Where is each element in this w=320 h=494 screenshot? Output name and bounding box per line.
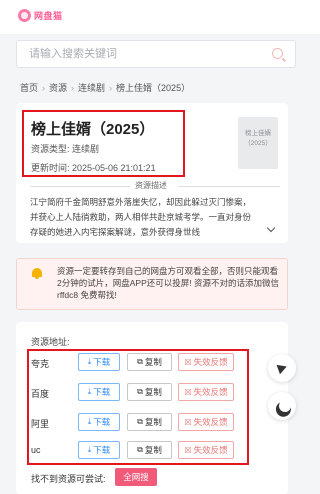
download-icon: ⤓ [87, 387, 92, 396]
report-label: 失效反馈 [193, 445, 228, 455]
download-icon: ⤓ [87, 357, 92, 366]
resource-name: 百度 [31, 389, 50, 399]
resource-heading: 资源地址: [31, 337, 70, 347]
breadcrumb-home[interactable]: 首页 [20, 81, 38, 94]
resource-type: 资源类型: 连续剧 [31, 144, 100, 154]
resource-row: 阿里 ⤓ 下载 ⧉ 复制 ☒ 失效反馈 [31, 413, 241, 433]
download-label: 下载 [93, 357, 111, 367]
logo[interactable]: 网盘猫 [18, 9, 63, 22]
resource-row: 夸克 ⤓ 下载 ⧉ 复制 ☒ 失效反馈 [31, 353, 241, 373]
breadcrumb-resources[interactable]: 资源 [49, 81, 67, 94]
divider [30, 186, 130, 187]
report-icon: ☒ [184, 357, 192, 367]
report-icon: ☒ [184, 445, 192, 455]
download-button[interactable]: ⤓ 下载 [78, 383, 120, 401]
download-label: 下载 [93, 445, 111, 455]
report-icon: ☒ [184, 417, 192, 427]
search-bar [16, 40, 296, 68]
breadcrumb-current: 榜上佳婿（2025） [116, 83, 191, 93]
report-button[interactable]: ☒ 失效反馈 [178, 441, 234, 459]
resource-name: 夸克 [31, 359, 50, 369]
download-label: 下载 [93, 417, 111, 427]
copy-icon: ⧉ [137, 417, 143, 426]
dark-mode-button[interactable] [268, 392, 296, 420]
copy-label: 复制 [144, 357, 162, 367]
copy-icon: ⧉ [137, 357, 143, 366]
update-time: 更新时间: 2025-05-06 21:01:21 [31, 163, 156, 173]
top-bar: 网盘猫 [0, 0, 320, 34]
report-label: 失效反馈 [193, 357, 228, 367]
report-label: 失效反馈 [193, 417, 228, 427]
copy-button[interactable]: ⧉ 复制 [127, 413, 172, 431]
download-label: 下载 [93, 387, 111, 397]
bell-icon [32, 268, 42, 279]
copy-icon: ⧉ [137, 445, 143, 454]
download-icon: ⤓ [87, 417, 92, 426]
divider [178, 186, 280, 187]
moon-icon [276, 398, 292, 414]
report-icon: ☒ [184, 387, 192, 397]
cat-logo-icon [18, 9, 31, 22]
copy-button[interactable]: ⧉ 复制 [127, 353, 172, 371]
copy-label: 复制 [144, 445, 162, 455]
page-title: 榜上佳婿（2025） [31, 121, 155, 138]
breadcrumb: 首页 › 资源 › 连续剧 › 榜上佳婿（2025） [20, 81, 190, 94]
search-input[interactable] [17, 41, 257, 67]
breadcrumb-series[interactable]: 连续剧 [78, 81, 105, 94]
poster-title: 榜上佳婿 [245, 130, 271, 137]
copy-label: 复制 [144, 417, 162, 427]
share-button[interactable] [268, 354, 296, 382]
copy-label: 复制 [144, 387, 162, 397]
chevron-right-icon: › [109, 82, 113, 93]
share-icon [276, 361, 288, 375]
download-button[interactable]: ⤓ 下载 [78, 413, 120, 431]
copy-icon: ⧉ [137, 387, 143, 396]
report-button[interactable]: ☒ 失效反馈 [178, 413, 234, 431]
report-button[interactable]: ☒ 失效反馈 [178, 353, 234, 371]
resource-name: 阿里 [31, 419, 50, 429]
description-header: 资源描述 [30, 180, 280, 192]
chevron-right-icon: › [42, 82, 46, 93]
resource-row: uc ⤓ 下载 ⧉ 复制 ☒ 失效反馈 [31, 441, 241, 461]
resource-name: uc [31, 445, 41, 455]
search-icon[interactable] [272, 48, 283, 59]
poster-year: （2025） [244, 140, 272, 147]
description-text: 江宁简府千金简明舒意外落崖失忆，却因此躲过灭门惨案，并获心上人陆徜救助，两人相伴… [30, 197, 252, 237]
fallback-text: 找不到资源可尝试: [31, 474, 106, 484]
chevron-right-icon: › [71, 82, 75, 93]
search-all-button[interactable]: 全网搜 [115, 468, 157, 486]
download-button[interactable]: ⤓ 下载 [78, 353, 120, 371]
download-icon: ⤓ [87, 445, 92, 454]
copy-button[interactable]: ⧉ 复制 [127, 441, 172, 459]
notice-text: 资源一定要转存到自己的网盘方可观看全部，否则只能观看2分钟的试片，网盘APP还可… [57, 266, 279, 300]
resource-row: 百度 ⤓ 下载 ⧉ 复制 ☒ 失效反馈 [31, 383, 241, 403]
report-button[interactable]: ☒ 失效反馈 [178, 383, 234, 401]
poster-image[interactable]: 榜上佳婿 （2025） [238, 117, 278, 169]
report-label: 失效反馈 [193, 387, 228, 397]
logo-text: 网盘猫 [34, 11, 63, 21]
copy-button[interactable]: ⧉ 复制 [127, 383, 172, 401]
download-button[interactable]: ⤓ 下载 [78, 441, 120, 459]
description-heading: 资源描述 [135, 181, 167, 190]
